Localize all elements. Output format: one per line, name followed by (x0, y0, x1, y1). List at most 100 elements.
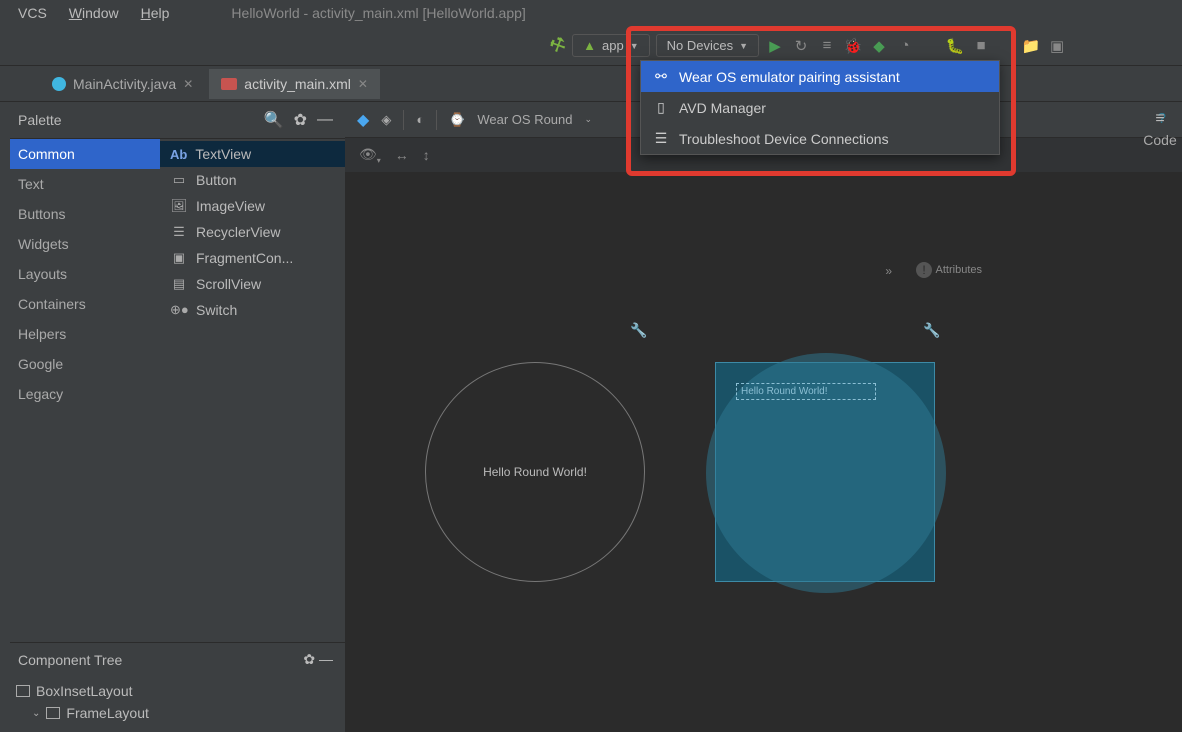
layout-icon (46, 707, 60, 719)
palette-cat-legacy[interactable]: Legacy (0, 379, 160, 409)
device-label[interactable]: Wear OS Round (477, 112, 572, 127)
view-mode-icon[interactable]: ≡ (1155, 110, 1164, 128)
dropdown-label: Wear OS emulator pairing assistant (679, 69, 900, 85)
stop-icon[interactable]: ■ (971, 37, 991, 54)
java-file-icon (52, 77, 66, 91)
chevron-down-icon: ▼ (630, 41, 639, 51)
search-icon[interactable]: 🔍 (264, 110, 284, 130)
chevron-down-icon: ▼ (739, 41, 748, 51)
editor-tabs: MainActivity.java ✕ activity_main.xml ✕ (0, 66, 1182, 102)
palette-item-label: Button (196, 172, 236, 188)
tab-label: MainActivity.java (73, 76, 176, 92)
design-preview[interactable]: Hello Round World! (425, 362, 645, 582)
palette-item-fragment[interactable]: ▣ FragmentCon... (160, 245, 345, 271)
link-icon: ⚯ (653, 68, 669, 85)
folder-icon[interactable]: 📁 (1021, 37, 1041, 55)
warning-icon[interactable]: ! (916, 262, 932, 278)
component-tree-title: Component Tree (18, 652, 122, 668)
palette-header: Palette 🔍 ✿ — (0, 102, 345, 139)
palette-cat-google[interactable]: Google (0, 349, 160, 379)
gear-icon[interactable]: ✿ (303, 651, 315, 667)
run-icon[interactable]: ▶ (765, 37, 785, 55)
apply-changes-icon[interactable]: ↻ (791, 37, 811, 55)
xml-file-icon (221, 78, 237, 90)
device-dropdown-menu: ⚯ Wear OS emulator pairing assistant ▯ A… (640, 60, 1000, 155)
palette-item-switch[interactable]: ⊕●Switch (160, 297, 345, 323)
palette-cat-text[interactable]: Text (0, 169, 160, 199)
terminal-icon[interactable]: ▣ (1047, 37, 1067, 55)
palette-cat-buttons[interactable]: Buttons (0, 199, 160, 229)
dropdown-item-wear-pairing[interactable]: ⚯ Wear OS emulator pairing assistant (641, 61, 999, 92)
profile-icon[interactable]: ◔ (895, 37, 915, 54)
palette-cat-containers[interactable]: Containers (0, 289, 160, 319)
dropdown-item-avd-manager[interactable]: ▯ AVD Manager (641, 92, 999, 123)
preview-text: Hello Round World! (483, 465, 587, 479)
palette-cat-common[interactable]: Common (0, 139, 160, 169)
view-options-icon[interactable]: 👁▾ (359, 146, 381, 165)
palette-item-label: TextView (195, 146, 251, 162)
palette-title: Palette (18, 112, 62, 128)
debug-icon[interactable]: 🐞 (843, 37, 863, 55)
coverage-icon[interactable]: ◆ (869, 37, 889, 55)
palette-cat-helpers[interactable]: Helpers (0, 319, 160, 349)
chevron-down-icon: ⌄ (32, 708, 40, 719)
device-type-icon[interactable]: ⌚ (449, 112, 465, 128)
android-icon: ▲ (583, 38, 596, 53)
gear-icon[interactable]: ✿ (294, 110, 307, 130)
wrench-icon[interactable]: 🔧 (923, 322, 940, 339)
device-selector[interactable]: No Devices ▼ (656, 34, 759, 57)
menu-vcs[interactable]: VCS (18, 5, 47, 21)
palette-cat-layouts[interactable]: Layouts (0, 259, 160, 289)
tree-row-framelayout[interactable]: ⌄FrameLayout (16, 702, 329, 724)
build-icon[interactable]: ⚒ (546, 33, 570, 59)
palette-item-label: FragmentCon... (196, 250, 293, 266)
text-icon: Ab (170, 147, 187, 162)
window-title: HelloWorld - activity_main.xml [HelloWor… (231, 5, 525, 21)
tab-mainactivity[interactable]: MainActivity.java ✕ (40, 69, 205, 101)
palette-item-recyclerview[interactable]: ☰RecyclerView (160, 219, 345, 245)
palette-item-label: RecyclerView (196, 224, 281, 240)
night-mode-icon[interactable]: ◐ (416, 112, 424, 127)
palette-item-imageview[interactable]: 🖼ImageView (160, 193, 345, 219)
pan-icon[interactable]: ↔ (395, 147, 409, 163)
menu-help[interactable]: Help (141, 5, 170, 21)
dropdown-item-troubleshoot[interactable]: ☰ Troubleshoot Device Connections (641, 123, 999, 154)
menu-window[interactable]: Window (69, 5, 119, 21)
surface-icon[interactable]: ◆ (357, 110, 369, 130)
minimize-icon[interactable]: — (319, 651, 333, 667)
orientation-icon[interactable]: ◈ (381, 112, 391, 128)
tab-activity-main[interactable]: activity_main.xml ✕ (209, 69, 380, 101)
right-tabs: ≡ Code (1138, 110, 1182, 152)
more-icon[interactable]: » (885, 264, 892, 278)
tree-row-boxinset[interactable]: BoxInsetLayout (16, 680, 329, 702)
attach-debugger-icon[interactable]: 🐛 (945, 37, 965, 55)
left-panel: Palette 🔍 ✿ — Common Text Buttons Widget… (0, 102, 345, 732)
tab-label: activity_main.xml (244, 76, 351, 92)
zoom-icon[interactable]: ↕ (423, 147, 430, 163)
component-tree: BoxInsetLayout ⌄FrameLayout (0, 676, 345, 732)
wrench-icon[interactable]: 🔧 (630, 322, 647, 339)
tree-label: BoxInsetLayout (36, 683, 133, 699)
close-icon[interactable]: ✕ (183, 77, 193, 91)
blueprint-preview[interactable]: Hello Round World! (715, 362, 935, 582)
design-surface: ◆ ◈ ◐ ⌚ Wear OS Round ⌄ ▲ 32 ⌄ » ! Attri… (345, 102, 1182, 732)
tab-code[interactable]: Code (1139, 128, 1180, 152)
apply-code-icon[interactable]: ≡ (817, 37, 837, 54)
palette-items: Ab TextView ▭Button 🖼ImageView ☰RecyclerV… (160, 139, 345, 409)
palette-item-scrollview[interactable]: ▤ScrollView (160, 271, 345, 297)
left-gutter (0, 102, 10, 702)
minimize-icon[interactable]: — (317, 111, 333, 129)
palette-item-textview[interactable]: Ab TextView (160, 141, 345, 167)
component-tree-header: Component Tree ✿ — (0, 642, 345, 676)
fragment-icon: ▣ (170, 250, 188, 266)
chevron-down-icon: ⌄ (585, 114, 593, 125)
palette-item-button[interactable]: ▭Button (160, 167, 345, 193)
layout-icon (16, 685, 30, 697)
palette-cat-widgets[interactable]: Widgets (0, 229, 160, 259)
scroll-icon: ▤ (170, 276, 188, 292)
attributes-label: Attributes (936, 264, 982, 276)
run-config-selector[interactable]: ▲ app ▼ (572, 34, 650, 57)
main-toolbar: ⚒ ▲ app ▼ No Devices ▼ ▶ ↻ ≡ 🐞 ◆ ◔ 🐛 ■ 📁… (0, 26, 1182, 66)
close-icon[interactable]: ✕ (358, 77, 368, 91)
run-config-label: app (602, 38, 624, 53)
